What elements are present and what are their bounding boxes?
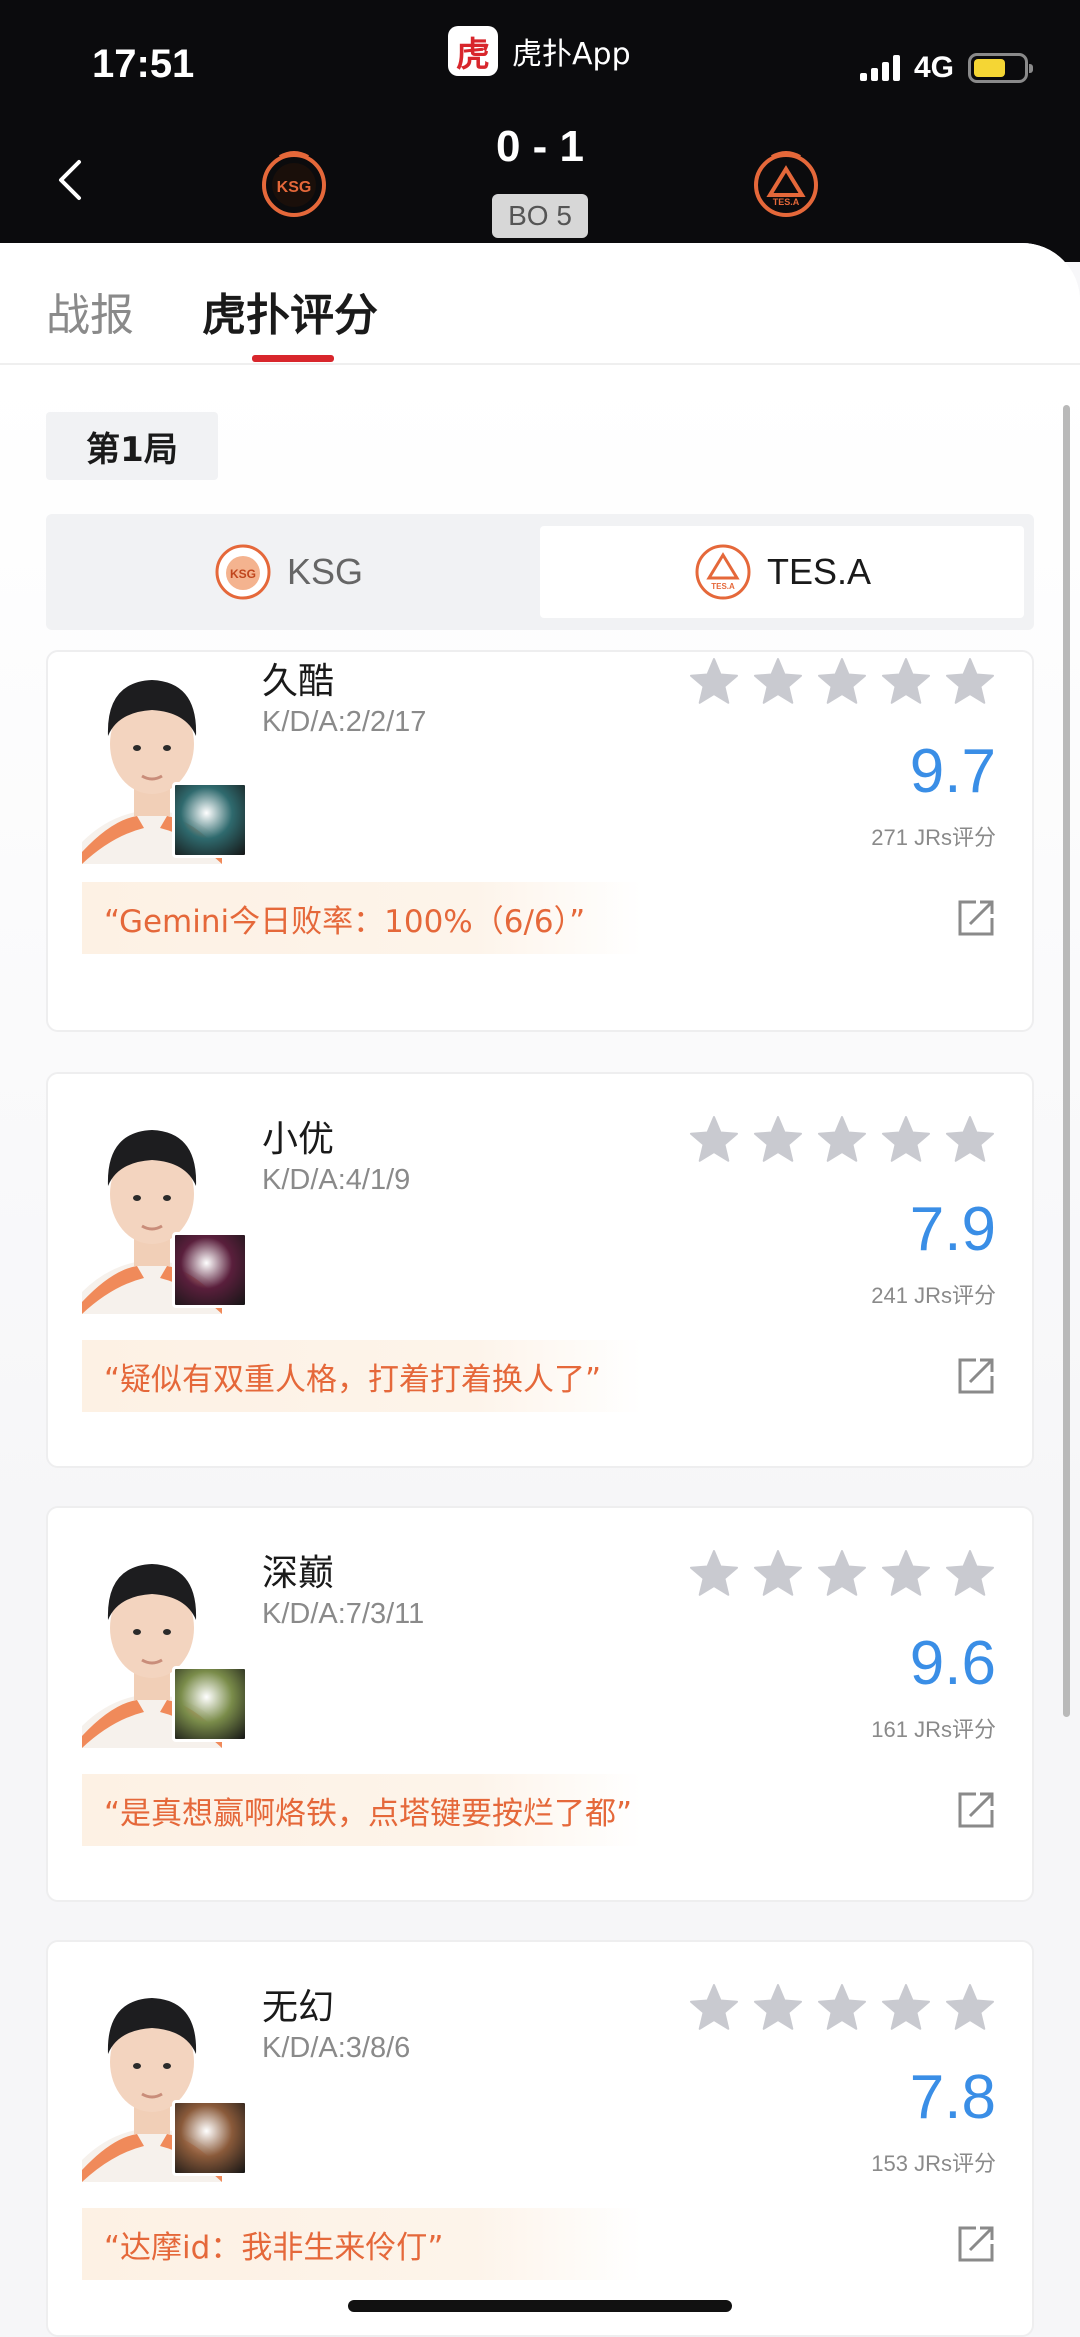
team-option-label: KSG (286, 551, 364, 592)
player-rating-card[interactable]: 深巅 K/D/A:7/3/11 9.6 161 JRs评分 “是真想赢啊烙铁，点… (46, 1506, 1034, 1902)
star-icon[interactable] (688, 1982, 740, 2034)
match-header: 17:51 虎 虎扑App 4G KSG 0 - 1 BO 5 TES.A (0, 0, 1080, 262)
hero-thumbnail (172, 782, 248, 858)
player-name: 小优 (262, 1119, 335, 1160)
status-icons: 4G (859, 50, 1033, 86)
app-name: 虎扑App (512, 37, 631, 72)
team-switch: KSG KSG TES.A TES.A (46, 514, 1034, 630)
hero-thumbnail (172, 2100, 248, 2176)
rating-stars[interactable] (688, 1982, 996, 2034)
team-option-tesa[interactable]: TES.A TES.A (540, 526, 1024, 618)
rating-count: 153 JRs评分 (871, 2151, 996, 2176)
star-icon[interactable] (752, 1982, 804, 2034)
player-kda: K/D/A:7/3/11 (262, 1598, 425, 1630)
player-kda: K/D/A:2/2/17 (262, 706, 427, 738)
rating-stars[interactable] (688, 1114, 996, 1166)
team-option-label: TES.A (766, 551, 872, 592)
svg-text:KSG: KSG (230, 567, 256, 581)
rating-count: 241 JRs评分 (871, 1283, 996, 1308)
tab-report[interactable]: 战报 (46, 279, 134, 343)
star-icon[interactable] (816, 1548, 868, 1600)
star-icon[interactable] (688, 1548, 740, 1600)
player-rating-card[interactable]: 小优 K/D/A:4/1/9 7.9 241 JRs评分 “疑似有双重人格，打着… (46, 1072, 1034, 1468)
round-selector[interactable]: 第1局 (46, 412, 218, 480)
star-icon[interactable] (752, 1548, 804, 1600)
top-comment[interactable]: “疑似有双重人格，打着打着换人了” (82, 1340, 642, 1412)
hero-thumbnail (172, 1666, 248, 1742)
app-indicator: 虎 虎扑App (448, 26, 631, 76)
player-name: 无幻 (262, 1987, 335, 2028)
tab-bar: 战报 虎扑评分 (0, 243, 1080, 365)
star-icon[interactable] (944, 1982, 996, 2034)
star-icon[interactable] (816, 656, 868, 708)
team-option-ksg[interactable]: KSG KSG (46, 526, 530, 618)
rating-stars[interactable] (688, 1548, 996, 1600)
player-rating-card[interactable]: 久酷 K/D/A:2/2/17 9.7 271 JRs评分 “Gemini今日败… (46, 650, 1034, 1032)
series-format-badge: BO 5 (492, 194, 588, 238)
tesa-logo-icon: TES.A (695, 544, 751, 600)
top-comment[interactable]: “Gemini今日败率：100%（6/6）” (82, 882, 642, 954)
star-icon[interactable] (880, 1982, 932, 2034)
player-rating: 7.8 (909, 2063, 996, 2132)
top-comment[interactable]: “达摩id：我非生来伶仃” (82, 2208, 642, 2280)
hero-thumbnail (172, 1232, 248, 1308)
share-icon[interactable] (956, 1790, 996, 1830)
player-rating-card[interactable]: 无幻 K/D/A:3/8/6 7.8 153 JRs评分 “达摩id：我非生来伶… (46, 1940, 1034, 2337)
star-icon[interactable] (816, 1982, 868, 2034)
star-icon[interactable] (688, 1114, 740, 1166)
scrollbar[interactable] (1063, 405, 1070, 1717)
cellular-signal-icon (859, 55, 900, 81)
player-kda: K/D/A:3/8/6 (262, 2032, 411, 2064)
player-rating: 7.9 (909, 1195, 996, 1264)
rating-count: 161 JRs评分 (871, 1717, 996, 1742)
rating-count: 271 JRs评分 (871, 825, 996, 850)
star-icon[interactable] (688, 656, 740, 708)
battery-icon (968, 53, 1033, 83)
tab-hupu-rating[interactable]: 虎扑评分 (202, 279, 378, 343)
ksg-logo-icon: KSG (215, 544, 271, 600)
hupu-logo-icon: 虎 (448, 26, 498, 76)
star-icon[interactable] (752, 1114, 804, 1166)
tesa-team-logo-icon[interactable]: TES.A (750, 147, 822, 219)
player-rating: 9.6 (909, 1629, 996, 1698)
player-kda: K/D/A:4/1/9 (262, 1164, 411, 1196)
share-icon[interactable] (956, 1356, 996, 1396)
top-comment[interactable]: “是真想赢啊烙铁，点塔键要按烂了都” (82, 1774, 642, 1846)
star-icon[interactable] (880, 1548, 932, 1600)
home-indicator[interactable] (348, 2300, 732, 2312)
player-name: 深巅 (262, 1553, 335, 1594)
svg-text:KSG: KSG (277, 179, 312, 196)
network-type: 4G (913, 51, 954, 84)
player-name: 久酷 (262, 661, 335, 702)
status-time: 17:51 (92, 42, 195, 86)
star-icon[interactable] (944, 1548, 996, 1600)
star-icon[interactable] (944, 1114, 996, 1166)
star-icon[interactable] (944, 656, 996, 708)
svg-text:TES.A: TES.A (711, 582, 735, 591)
star-icon[interactable] (880, 656, 932, 708)
star-icon[interactable] (880, 1114, 932, 1166)
match-score: 0 - 1 (495, 122, 585, 171)
star-icon[interactable] (752, 656, 804, 708)
active-tab-indicator (252, 355, 334, 362)
svg-text:TES.A: TES.A (773, 197, 800, 207)
player-rating: 9.7 (909, 737, 996, 806)
share-icon[interactable] (956, 898, 996, 938)
share-icon[interactable] (956, 2224, 996, 2264)
star-icon[interactable] (816, 1114, 868, 1166)
rating-stars[interactable] (688, 656, 996, 708)
